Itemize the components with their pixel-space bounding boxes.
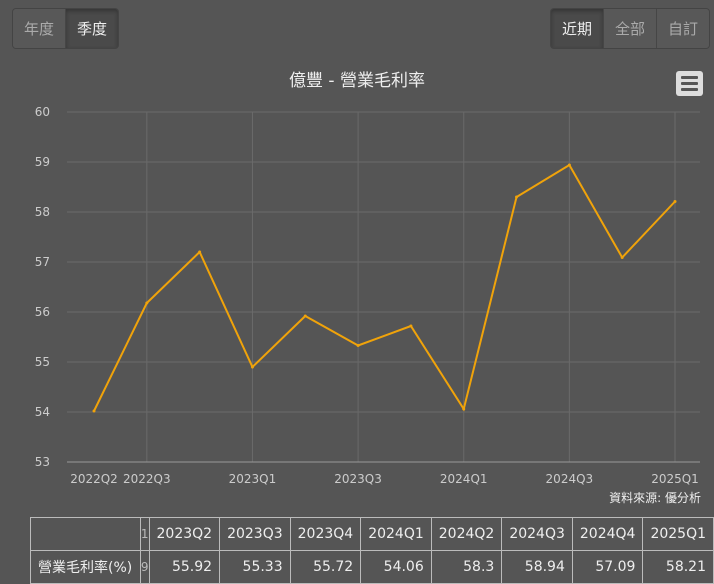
x-tick-label: 2022Q3 [123,472,171,486]
data-point [409,324,413,328]
data-point [92,409,96,413]
data-point [515,195,519,199]
y-tick-label: 55 [35,355,50,369]
table-header-row: 1 2023Q2 2023Q3 2023Q4 2024Q1 2024Q2 2024Q3 20… [30,517,714,551]
y-tick-label: 54 [35,405,50,419]
data-table: 1 2023Q2 2023Q3 2023Q4 2024Q1 2024Q2 2024Q3 20… [30,517,714,584]
y-tick-label: 58 [35,205,50,219]
data-point [145,301,149,305]
data-point [673,200,677,203]
y-tick-label: 53 [35,455,50,469]
y-tick-label: 56 [35,305,50,319]
data-point [356,344,360,347]
header-cell: 2024Q1 [360,517,432,551]
y-tick-label: 60 [35,105,50,119]
header-cell: 2023Q4 [289,517,362,551]
data-point [567,163,571,167]
x-tick-label: 2022Q2 [70,472,118,486]
x-tick-label: 2024Q3 [546,472,594,486]
header-cell: 2023Q3 [219,517,291,551]
line-chart: 53 54 55 56 57 58 59 60 2022Q2 2022Q3 2023Q1 2023Q3… [35,105,700,486]
header-cell: 2024Q3 [501,517,573,551]
series-line [93,163,676,412]
data-point [303,314,307,318]
x-tick-label: 2023Q3 [334,472,382,486]
header-cell: 2025Q1 [642,517,714,551]
x-tick-label: 2023Q1 [229,472,277,486]
header-cell: 2023Q2 [148,517,221,551]
data-point [620,256,624,259]
y-tick-label: 57 [35,255,50,269]
data-point [198,250,202,254]
partial-header-cell: 1 [139,517,150,551]
x-tick-label: 2024Q1 [440,472,488,486]
data-point [250,365,254,369]
header-cell: 2024Q4 [571,517,644,551]
header-cell: 2024Q2 [430,517,503,551]
data-point [462,407,466,411]
data-source: 資料來源: 優分析 [609,491,701,505]
x-tick-label: 2025Q1 [651,472,699,486]
y-tick-label: 59 [35,155,50,169]
